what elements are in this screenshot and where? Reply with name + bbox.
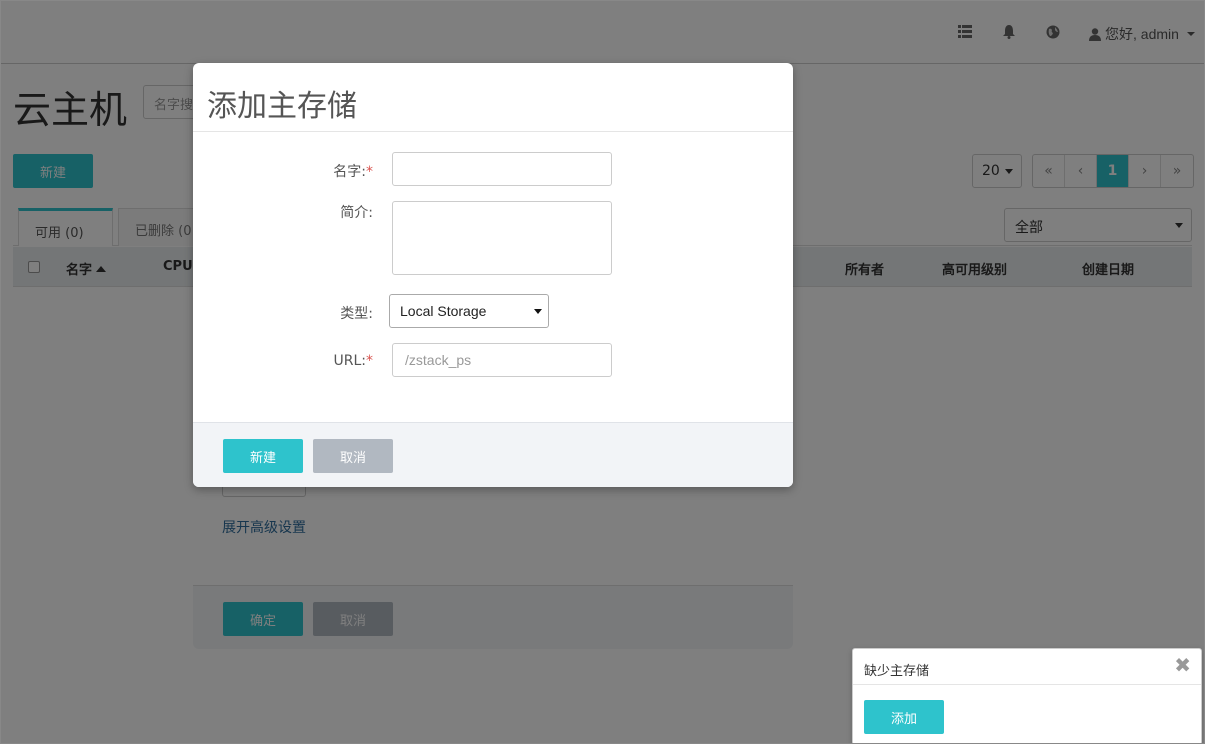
add-button[interactable]: 添加 <box>864 700 944 734</box>
modal-footer: 新建 取消 <box>193 422 793 487</box>
modal-title: 添加主存储 <box>207 89 357 124</box>
create-button[interactable]: 新建 <box>223 439 303 473</box>
notification-message: 缺少主存储 <box>864 664 930 679</box>
chevron-down-icon <box>534 309 542 314</box>
url-input[interactable]: /zstack_ps <box>392 343 612 377</box>
type-select[interactable]: Local Storage <box>389 294 549 328</box>
name-input[interactable] <box>392 152 612 186</box>
add-primary-storage-modal: 添加主存储 名字:* 简介: 类型: Local Storage URL:* /… <box>193 63 793 487</box>
modal-divider <box>193 131 793 132</box>
url-label: URL:* <box>333 353 374 369</box>
app-window: 您好, admin 云主机 名字搜 新建 20 « ‹ 1 › » 可用 (0)… <box>0 0 1205 744</box>
description-textarea[interactable] <box>392 201 612 275</box>
description-label: 简介: <box>340 205 373 221</box>
cancel-button[interactable]: 取消 <box>313 439 393 473</box>
notification-panel: 缺少主存储 ✖ 添加 <box>852 648 1202 743</box>
type-value: Local Storage <box>400 303 487 319</box>
type-label: 类型: <box>340 306 373 322</box>
name-label: 名字:* <box>333 164 373 180</box>
close-icon[interactable]: ✖ <box>1174 655 1191 675</box>
notification-divider <box>853 684 1201 685</box>
